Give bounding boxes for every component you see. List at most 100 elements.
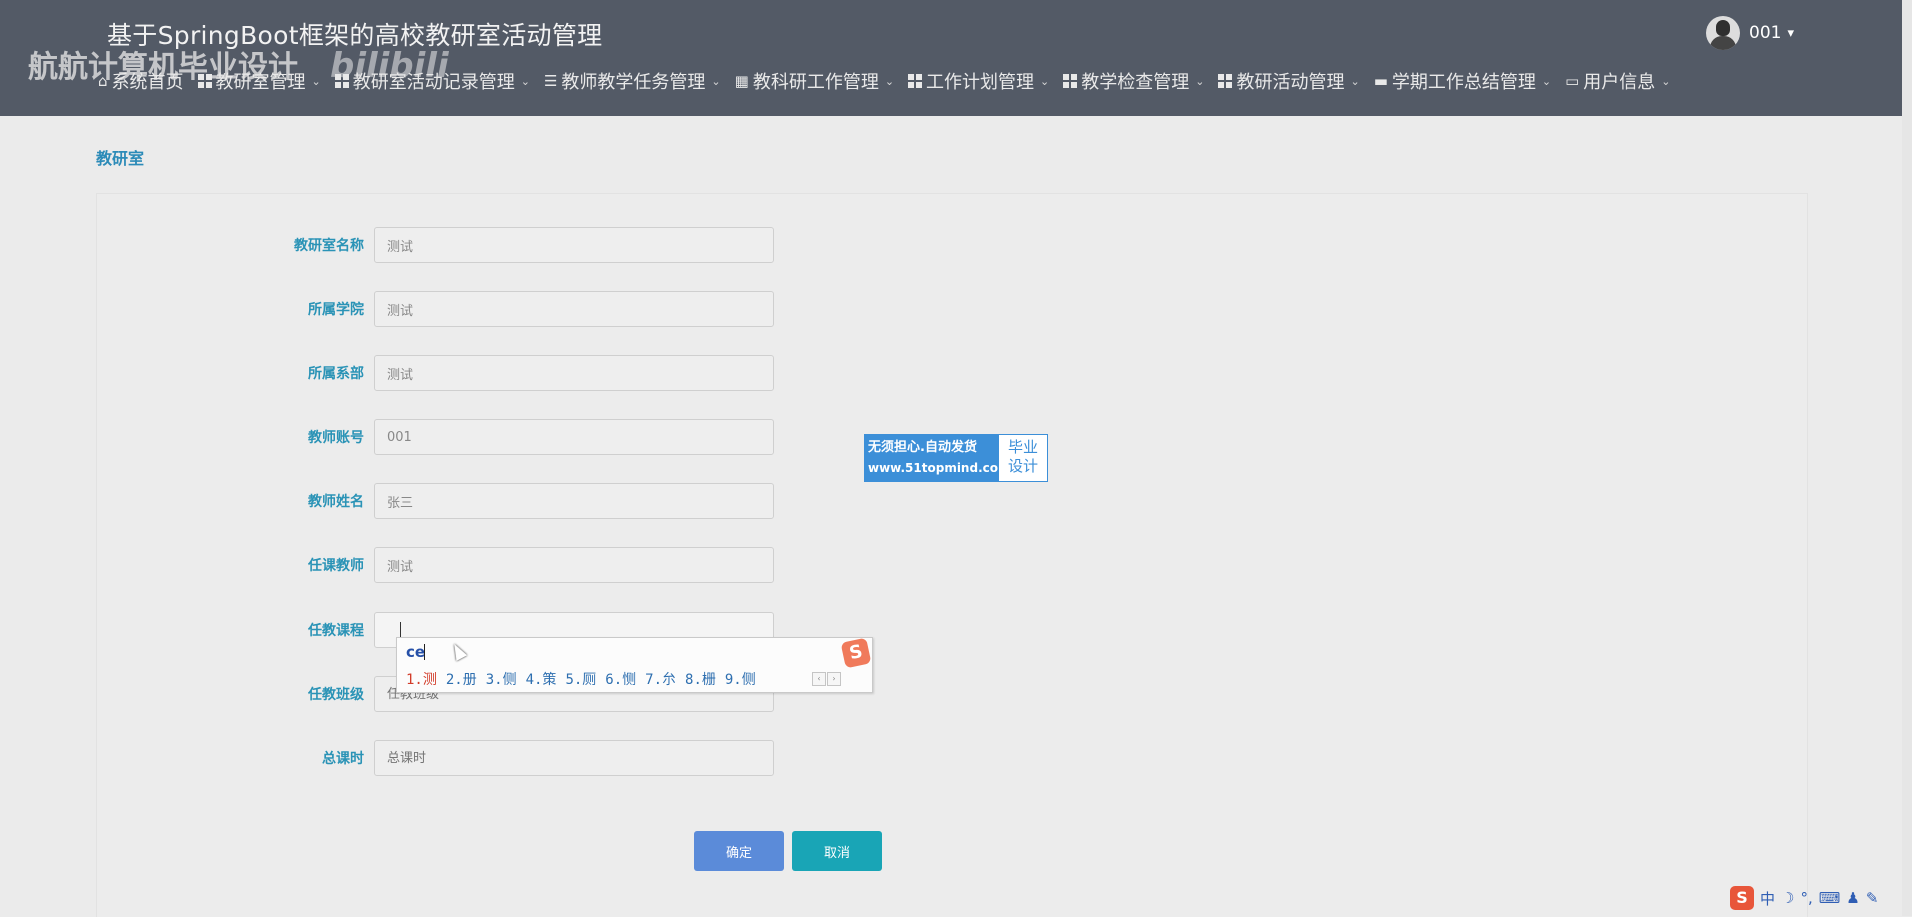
- lang-toggle-icon[interactable]: 中: [1760, 888, 1775, 909]
- nav-label: 教研室管理: [215, 72, 306, 93]
- ime-candidates: 1.测 2.册 3.侧 4.策 5.厕 6.恻 7.厼 8.栅 9.侧: [406, 669, 765, 689]
- grid-icon: [334, 74, 349, 88]
- ime-candidate[interactable]: 8.栅: [685, 669, 716, 689]
- tools-icon[interactable]: ✎: [1866, 889, 1879, 907]
- cancel-button[interactable]: 取消: [792, 831, 882, 871]
- ime-status-bar[interactable]: S 中 ☽ °, ⌨ ♟ ✎: [1730, 886, 1884, 910]
- ime-candidate[interactable]: 9.侧: [725, 669, 756, 689]
- nav-item-activity-record[interactable]: 教研室活动记录管理 ⌄: [334, 68, 530, 94]
- user-menu[interactable]: 001 ▾: [1706, 16, 1794, 50]
- skin-icon[interactable]: ♟: [1846, 889, 1859, 907]
- ime-prev-icon[interactable]: ‹: [812, 672, 826, 686]
- window-scrollbar[interactable]: [1902, 0, 1912, 916]
- chevron-down-icon: ⌄: [711, 74, 721, 88]
- home-icon: ⌂: [98, 72, 108, 90]
- nav-label: 教研室活动记录管理: [352, 72, 515, 93]
- monitor-icon: ▬: [1373, 72, 1388, 90]
- ime-candidate[interactable]: 3.侧: [486, 669, 517, 689]
- form-panel: 教研室名称 所属学院 所属系部 教师账号 教师姓名 任课教师 任教课程 任教班级…: [96, 193, 1808, 917]
- ime-candidate[interactable]: 5.厕: [565, 669, 596, 689]
- form-row-teacher-account: 教师账号: [97, 419, 774, 455]
- nav-label: 教学检查管理: [1081, 72, 1190, 93]
- chevron-down-icon: ⌄: [1350, 74, 1360, 88]
- confirm-button[interactable]: 确定: [694, 831, 784, 871]
- moon-icon[interactable]: ☽: [1781, 889, 1794, 907]
- ime-candidate[interactable]: 1.测: [406, 669, 437, 689]
- nav-label: 系统首页: [111, 72, 184, 93]
- ime-pinyin: ce: [406, 643, 426, 661]
- field-label: 教研室名称: [294, 238, 364, 254]
- field-label: 所属系部: [308, 366, 364, 382]
- field-label: 总课时: [322, 751, 364, 767]
- nav-item-work-plan[interactable]: 工作计划管理 ⌄: [908, 68, 1049, 94]
- total-hours-input[interactable]: [374, 740, 774, 776]
- breadcrumb: 教研室: [96, 149, 145, 168]
- user-name: 001: [1749, 23, 1782, 43]
- chevron-down-icon: ⌄: [1040, 74, 1050, 88]
- sogou-tray-icon[interactable]: S: [1730, 886, 1754, 910]
- ad-line1: 无须担心.自动发货: [868, 440, 977, 455]
- nav-item-teaching-task[interactable]: ☰ 教师教学任务管理 ⌄: [544, 68, 721, 94]
- main-nav: ⌂ 系统首页 教研室管理 ⌄ 教研室活动记录管理 ⌄ ☰ 教师教学任务管理 ⌄ …: [98, 68, 1685, 94]
- ime-next-icon[interactable]: ›: [827, 672, 841, 686]
- nav-item-user-info[interactable]: ▭ 用户信息 ⌄: [1565, 68, 1670, 94]
- nav-label: 教科研工作管理: [752, 72, 879, 93]
- nav-item-room-manage[interactable]: 教研室管理 ⌄: [197, 68, 321, 94]
- ad-badge: 毕业 设计: [999, 435, 1047, 481]
- keyboard-icon[interactable]: ⌨: [1819, 889, 1841, 907]
- avatar: [1706, 16, 1741, 50]
- chevron-down-icon: ⌄: [884, 74, 895, 88]
- field-label: 教师账号: [308, 430, 364, 446]
- chevron-down-icon: ▾: [1787, 25, 1794, 41]
- instructor-input[interactable]: [374, 547, 774, 583]
- teacher-account-input[interactable]: [374, 419, 774, 455]
- nav-item-teaching-check[interactable]: 教学检查管理 ⌄: [1063, 68, 1204, 94]
- nav-item-semester-summary[interactable]: ▬ 学期工作总结管理 ⌄: [1374, 68, 1551, 94]
- grid-icon: [1063, 74, 1078, 88]
- ime-candidate[interactable]: 4.策: [526, 669, 557, 689]
- form-row-teacher-name: 教师姓名: [97, 483, 774, 519]
- department-input[interactable]: [374, 355, 774, 391]
- nav-label: 教研活动管理: [1236, 72, 1345, 93]
- nav-label: 用户信息: [1583, 72, 1656, 93]
- sliders-icon: ☰: [543, 72, 558, 90]
- field-label: 任课教师: [308, 558, 364, 574]
- ad-line2: www.51topmind.com: [868, 461, 1011, 475]
- card-icon: ▭: [1565, 72, 1580, 90]
- ad-banner[interactable]: 无须担心.自动发货 www.51topmind.com 毕业 设计: [864, 434, 1048, 482]
- form-row-room-name: 教研室名称: [97, 227, 774, 263]
- form-row-instructor: 任课教师: [97, 547, 774, 583]
- ime-candidate[interactable]: 6.恻: [605, 669, 636, 689]
- form-row-total-hours: 总课时: [97, 740, 774, 776]
- ad-right2: 设计: [1007, 457, 1038, 475]
- nav-label: 学期工作总结管理: [1391, 72, 1536, 93]
- field-label: 任教班级: [308, 687, 364, 703]
- chevron-down-icon: ⌄: [520, 74, 530, 88]
- chevron-down-icon: ⌄: [1541, 74, 1552, 88]
- grid-icon: [1218, 74, 1233, 88]
- nav-item-research-work[interactable]: ▦ 教科研工作管理 ⌄: [735, 68, 894, 94]
- nav-label: 教师教学任务管理: [561, 72, 706, 93]
- ime-candidate[interactable]: 2.册: [446, 669, 477, 689]
- teacher-name-input[interactable]: [374, 483, 774, 519]
- form-row-department: 所属系部: [97, 355, 774, 391]
- ime-pager: ‹ ›: [812, 672, 842, 686]
- form-row-college: 所属学院: [97, 291, 774, 327]
- college-input[interactable]: [374, 291, 774, 327]
- ad-right1: 毕业: [1007, 438, 1038, 456]
- room-name-input[interactable]: [374, 227, 774, 263]
- table-icon: ▦: [734, 72, 749, 90]
- nav-item-research-activity[interactable]: 教研活动管理 ⌄: [1218, 68, 1360, 94]
- nav-item-home[interactable]: ⌂ 系统首页: [98, 68, 184, 94]
- chevron-down-icon: ⌄: [311, 74, 321, 88]
- chevron-down-icon: ⌄: [1661, 74, 1671, 88]
- top-navbar: 基于SpringBoot框架的高校教研室活动管理 航航计算机毕业设计 bilib…: [0, 0, 1902, 116]
- chevron-down-icon: ⌄: [1195, 74, 1205, 88]
- ime-candidate[interactable]: 7.厼: [645, 669, 676, 689]
- ad-text: 无须担心.自动发货 www.51topmind.com: [865, 435, 1011, 481]
- punctuation-icon[interactable]: °,: [1800, 889, 1812, 907]
- sogou-logo-icon: S: [840, 637, 872, 669]
- field-label: 所属学院: [308, 302, 364, 318]
- grid-icon: [908, 74, 923, 88]
- nav-label: 工作计划管理: [926, 72, 1035, 93]
